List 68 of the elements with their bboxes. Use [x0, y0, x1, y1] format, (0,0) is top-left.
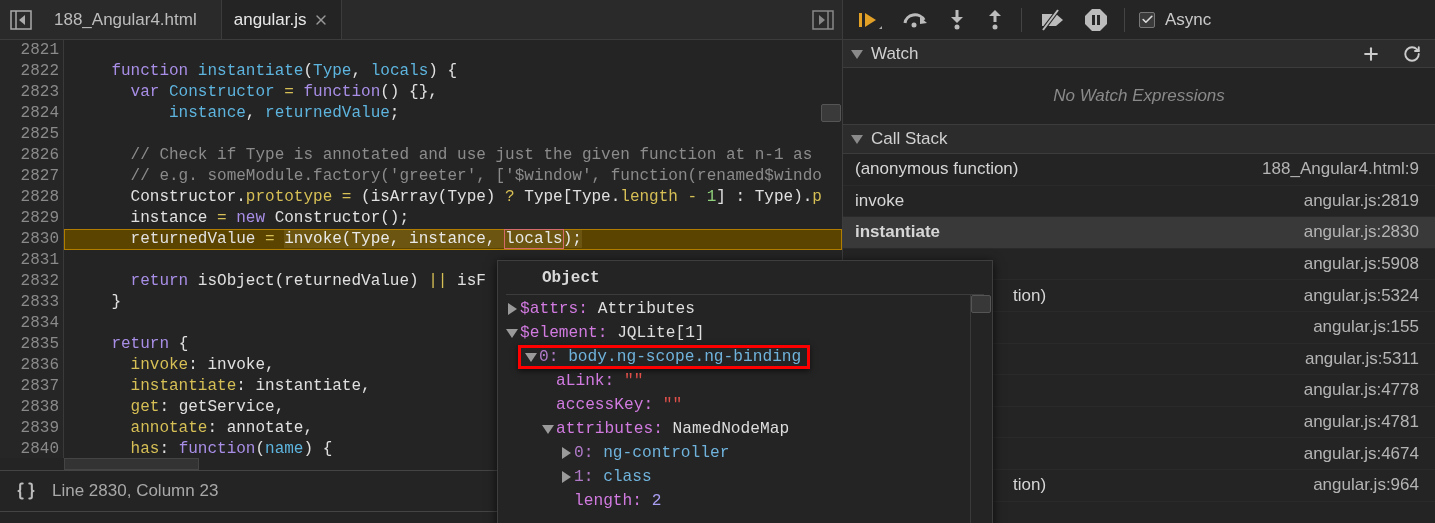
line-number: 2837 — [19, 376, 60, 397]
code-line: return { — [110, 334, 189, 355]
empty-watch-message: No Watch Expressions — [1053, 86, 1225, 106]
property-entry: length: 2 — [574, 492, 662, 510]
property-entry: 0: body.ng-scope.ng-binding — [539, 348, 802, 366]
collapsed-arrow-icon[interactable] — [506, 303, 518, 315]
file-tab[interactable]: angular.js — [220, 0, 342, 39]
scrollbar[interactable] — [971, 295, 991, 313]
code-line: annotate: annotate, — [129, 418, 314, 439]
line-number: 2835 — [19, 334, 60, 355]
scrollbar[interactable] — [64, 458, 199, 470]
line-number: 2839 — [19, 418, 60, 439]
line-number: 2832 — [19, 271, 60, 292]
collapsed-arrow-icon[interactable] — [560, 447, 572, 459]
line-number: 2825 — [19, 124, 60, 145]
code-line: Constructor.prototype = (isArray(Type) ? Type[Type.length - 1] : Type).p — [129, 187, 822, 208]
line-number: 2833 — [19, 292, 60, 313]
scrollbar[interactable] — [821, 104, 841, 122]
line-number: 2834 — [19, 313, 60, 334]
popover-title: Object — [542, 268, 600, 287]
file-tab[interactable]: 188_Angular4.html — [42, 0, 209, 39]
expanded-arrow-icon[interactable] — [851, 133, 863, 145]
cursor-position: Line 2830, Column 23 — [52, 481, 219, 501]
expanded-arrow-icon[interactable] — [851, 47, 863, 60]
sidebar-toggle-icon[interactable] — [812, 9, 834, 30]
code-line: instance = new Constructor(); — [129, 208, 410, 229]
property-entry: accessKey: "" — [556, 396, 683, 414]
line-number: 2830 — [19, 229, 60, 250]
expanded-arrow-icon[interactable] — [542, 423, 554, 435]
property-entry: aLink: "" — [556, 372, 644, 390]
pretty-print-icon[interactable] — [16, 481, 36, 501]
watch-header[interactable]: Watch — [843, 40, 1435, 68]
property-entry: $element: JQLite[1] — [520, 324, 705, 342]
code-line: // Check if Type is annotated and use just the given function at n-1 as — [129, 145, 813, 166]
async-checkbox[interactable]: Async — [1139, 9, 1212, 30]
sidebar-toggle-icon[interactable] — [10, 9, 32, 30]
property-entry: attributes: NamedNodeMap — [556, 420, 790, 438]
code-line: } — [110, 292, 121, 313]
line-number: 2826 — [19, 145, 60, 166]
line-number: 2822 — [19, 61, 60, 82]
code-line: get: getService, — [129, 397, 285, 418]
code-line: instantiate: instantiate, — [129, 376, 371, 397]
line-number: 2821 — [19, 40, 60, 61]
line-number: 2829 — [19, 208, 60, 229]
code-line: invoke: invoke, — [129, 355, 275, 376]
collapsed-arrow-icon[interactable] — [560, 471, 572, 483]
property-entry: $attrs: Attributes — [520, 300, 695, 318]
checkbox[interactable] — [1139, 11, 1155, 28]
property-entry: 1: class — [574, 468, 652, 486]
call-stack-frame[interactable]: instantiate angular.js:2830 — [843, 217, 1435, 249]
line-number: 2836 — [19, 355, 60, 376]
line-number: 2828 — [19, 187, 60, 208]
line-number: 2824 — [19, 103, 60, 124]
code-line: function instantiate(Type, locals) { — [110, 61, 458, 82]
expanded-arrow-icon[interactable] — [525, 351, 537, 363]
line-number: 2831 — [19, 250, 60, 271]
line-number: 2840 — [19, 439, 60, 458]
line-number: 2827 — [19, 166, 60, 187]
line-number: 2823 — [19, 82, 60, 103]
property-entry: 0: ng-controller — [574, 444, 730, 462]
call-stack-header[interactable]: Call Stack — [843, 124, 1435, 154]
code-line: var Constructor = function() {}, — [129, 82, 438, 103]
code-line: return isObject(returnedValue) || isF — [129, 271, 486, 292]
code-line: instance, returnedValue; — [168, 103, 400, 124]
code-line: // e.g. someModule.factory('greeter', ['$window', function(renamed$windo — [129, 166, 822, 187]
line-number: 2838 — [19, 397, 60, 418]
expanded-arrow-icon[interactable] — [506, 327, 518, 339]
code-line: has: function(name) { — [129, 439, 333, 458]
